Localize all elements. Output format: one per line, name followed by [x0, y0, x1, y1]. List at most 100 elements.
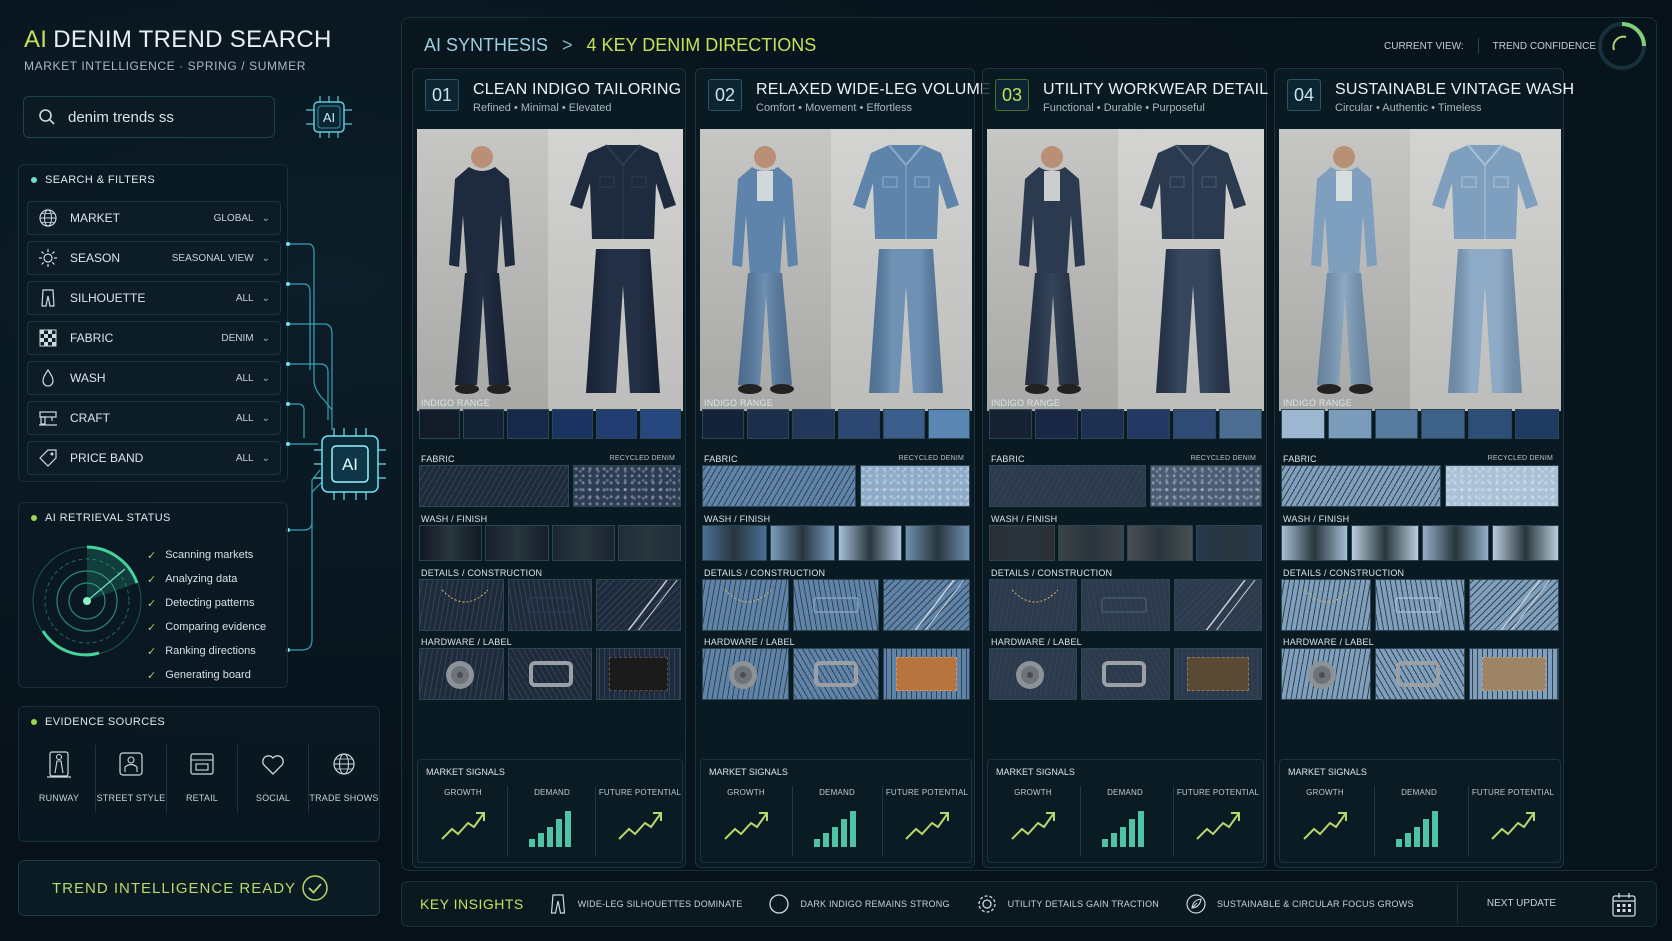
demand-bars-icon [529, 811, 571, 847]
look-photo[interactable] [417, 129, 683, 411]
wash-finishes [702, 525, 970, 561]
model-image [1279, 129, 1410, 411]
filter-silhouette[interactable]: SILHOUETTE ALL ⌄ [27, 281, 281, 315]
section-label: WASH / FINISH [991, 514, 1058, 524]
app-root: AI DENIM TREND SEARCH MARKET INTELLIGENCE… [0, 0, 1672, 941]
filter-craft[interactable]: CRAFT ALL ⌄ [27, 401, 281, 435]
breadcrumb: AI SYNTHESIS > 4 KEY DENIM DIRECTIONS [424, 35, 816, 56]
gear-icon [978, 895, 996, 913]
future-trend-icon [618, 812, 662, 840]
direction-card-04[interactable]: 04 SUSTAINABLE VINTAGE WASH Circular • A… [1274, 68, 1574, 868]
market-signals: MARKET SIGNALS GROWTH DEMAND FUTURE POTE… [1279, 759, 1561, 863]
demand-bars-icon [814, 811, 856, 847]
source-runway[interactable]: RUNWAY [24, 745, 94, 803]
chevron-down-icon: ⌄ [261, 372, 270, 384]
breadcrumb-ai-synthesis[interactable]: AI SYNTHESIS [424, 35, 548, 56]
wash-swatch [1491, 525, 1559, 561]
source-trade-shows[interactable]: TRADE SHOWS [309, 745, 379, 803]
recycled-fabric-swatch [573, 465, 681, 507]
color-swatch [595, 409, 637, 439]
machine-icon [39, 411, 57, 426]
detail-image [792, 579, 880, 631]
sidebar: AI DENIM TREND SEARCH MARKET INTELLIGENCE… [0, 0, 395, 941]
future-trend-icon [905, 812, 949, 840]
color-swatch [1081, 409, 1124, 439]
color-swatch [1035, 409, 1078, 439]
tag-icon [39, 449, 57, 467]
filter-label: PRICE BAND [70, 451, 144, 465]
chevron-down-icon: ⌄ [261, 212, 270, 224]
buckle-hardware-image [792, 648, 880, 700]
wash-finishes [1281, 525, 1559, 561]
chevron-down-icon: ⌄ [261, 412, 270, 424]
radar-icon [32, 545, 142, 657]
calendar-icon[interactable] [1610, 891, 1638, 919]
source-label: SOCIAL [255, 793, 291, 803]
source-retail[interactable]: RETAIL [167, 745, 237, 803]
section-label: MARKET SIGNALS [426, 767, 505, 777]
status-item: ✓ Scanning markets [147, 549, 254, 562]
color-swatch [989, 409, 1032, 439]
direction-subtitle: Circular • Authentic • Timeless [1335, 102, 1482, 114]
indigo-range [1281, 409, 1559, 439]
ai-chip-icon[interactable]: AI [300, 94, 358, 140]
current-view-label[interactable]: CURRENT VIEW: [1384, 41, 1464, 52]
trade-shows-icon [333, 753, 355, 775]
check-icon: ✓ [147, 549, 157, 562]
search-input[interactable] [68, 108, 248, 126]
ai-core-chip[interactable]: AI [312, 426, 388, 502]
demand-signal: DEMAND [1374, 788, 1464, 852]
breadcrumb-current: 4 KEY DENIM DIRECTIONS [586, 35, 817, 55]
demand-bars-icon [1102, 811, 1144, 847]
construction-details [702, 579, 971, 631]
growth-signal: GROWTH [418, 788, 508, 848]
filter-fabric[interactable]: FABRIC DENIM ⌄ [27, 321, 281, 355]
detail-image [989, 579, 1078, 631]
filter-price-band[interactable]: PRICE BAND ALL ⌄ [27, 441, 281, 475]
demand-signal: DEMAND [507, 788, 597, 852]
chevron-down-icon: ⌄ [261, 452, 270, 464]
color-swatch [419, 409, 461, 439]
button-hardware-image [702, 648, 789, 700]
sources-title: EVIDENCE SOURCES [31, 716, 165, 728]
look-photo[interactable] [987, 129, 1264, 411]
section-label: DETAILS / CONSTRUCTION [1283, 568, 1405, 578]
globe-icon [39, 209, 57, 227]
filter-season[interactable]: SEASON SEASONAL VIEW ⌄ [27, 241, 281, 275]
source-social[interactable]: SOCIAL [238, 745, 308, 803]
source-label: STREET STYLE [96, 793, 166, 803]
direction-card-02[interactable]: 02 RELAXED WIDE-LEG VOLUME Comfort • Mov… [695, 68, 991, 868]
direction-card-03[interactable]: 03 UTILITY WORKWEAR DETAIL Functional • … [982, 68, 1268, 868]
filter-wash[interactable]: WASH ALL ⌄ [27, 361, 281, 395]
direction-number: 04 [1287, 79, 1321, 111]
color-swatch [1219, 409, 1262, 439]
wash-finishes [989, 525, 1262, 561]
fabric-samples [702, 465, 970, 507]
color-swatch [882, 409, 925, 439]
indigo-range [702, 409, 971, 439]
direction-title: RELAXED WIDE-LEG VOLUME [756, 81, 991, 98]
color-swatch [1281, 409, 1325, 439]
color-swatch [1374, 409, 1419, 439]
fabric-samples [1281, 465, 1559, 507]
color-swatch [837, 409, 880, 439]
look-photo[interactable] [1279, 129, 1561, 411]
insights-title: KEY INSIGHTS [420, 896, 524, 912]
check-icon: ✓ [147, 597, 157, 610]
status-item: ✓ Generating board [147, 669, 251, 682]
search-box[interactable] [23, 96, 275, 138]
product-image [1118, 129, 1264, 411]
color-swatch [747, 409, 790, 439]
hardware-labels [1281, 648, 1559, 700]
section-sublabel: RECYCLED DENIM [609, 455, 675, 462]
look-photo[interactable] [700, 129, 972, 411]
construction-details [419, 579, 682, 631]
signal-label: FUTURE POTENTIAL [1176, 788, 1260, 797]
filter-value: SEASONAL VIEW [171, 252, 254, 264]
filter-label: SEASON [70, 251, 121, 265]
source-street-style[interactable]: STREET STYLE [96, 745, 166, 803]
direction-card-01[interactable]: 01 CLEAN INDIGO TAILORING Refined • Mini… [412, 68, 686, 868]
filter-market[interactable]: MARKET GLOBAL ⌄ [27, 201, 281, 235]
signal-label: FUTURE POTENTIAL [885, 788, 969, 797]
filter-label: SILHOUETTE [70, 291, 146, 305]
